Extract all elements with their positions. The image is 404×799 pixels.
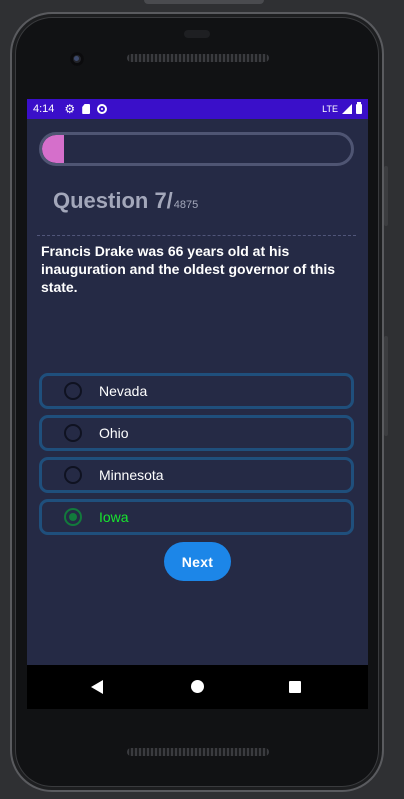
question-total: 4875 [173,199,199,211]
gear-icon: ⚙ [64,102,76,116]
option-label: Nevada [99,383,148,399]
battery-icon [356,102,362,114]
option-label: Minnesota [99,467,164,483]
power-button [384,166,388,226]
header-divider [37,235,356,236]
question-counter: Question 7/ 4875 [53,188,198,214]
network-type: LTE [322,104,338,114]
earpiece-notch [184,30,210,38]
option-iowa[interactable]: Iowa [39,499,354,535]
android-nav-bar [27,665,368,709]
recents-icon[interactable] [289,681,301,693]
option-label: Iowa [99,509,129,525]
bottom-speaker-grille [127,748,269,756]
question-number: Question 7/ [53,188,173,213]
option-ohio[interactable]: Ohio [39,415,354,451]
option-minnesota[interactable]: Minnesota [39,457,354,493]
radio-button[interactable] [64,382,82,400]
sd-card-icon [82,104,91,114]
quiz-progress-fill [42,135,64,163]
emulator-top-tab [144,0,264,4]
status-bar: 4:14 ⚙ LTE [27,99,368,119]
home-icon[interactable] [191,680,204,693]
status-time: 4:14 [33,103,55,115]
back-icon[interactable] [91,680,103,694]
option-nevada[interactable]: Nevada [39,373,354,409]
front-camera-icon [70,52,84,66]
signal-icon [342,104,352,114]
radio-button[interactable] [64,424,82,442]
quiz-progress-bar [39,132,354,166]
app-screen: 4:14 ⚙ LTE Question 7/ 4875 Francis Drak… [27,99,368,665]
data-saver-icon [97,104,108,114]
top-speaker-grille [127,54,269,62]
option-label: Ohio [99,425,129,441]
radio-button[interactable] [64,466,82,484]
next-button[interactable]: Next [164,542,231,581]
question-text: Francis Drake was 66 years old at his in… [41,243,336,295]
status-right-group: LTE [322,102,362,114]
radio-button-selected[interactable] [64,508,82,526]
volume-button [384,336,388,436]
